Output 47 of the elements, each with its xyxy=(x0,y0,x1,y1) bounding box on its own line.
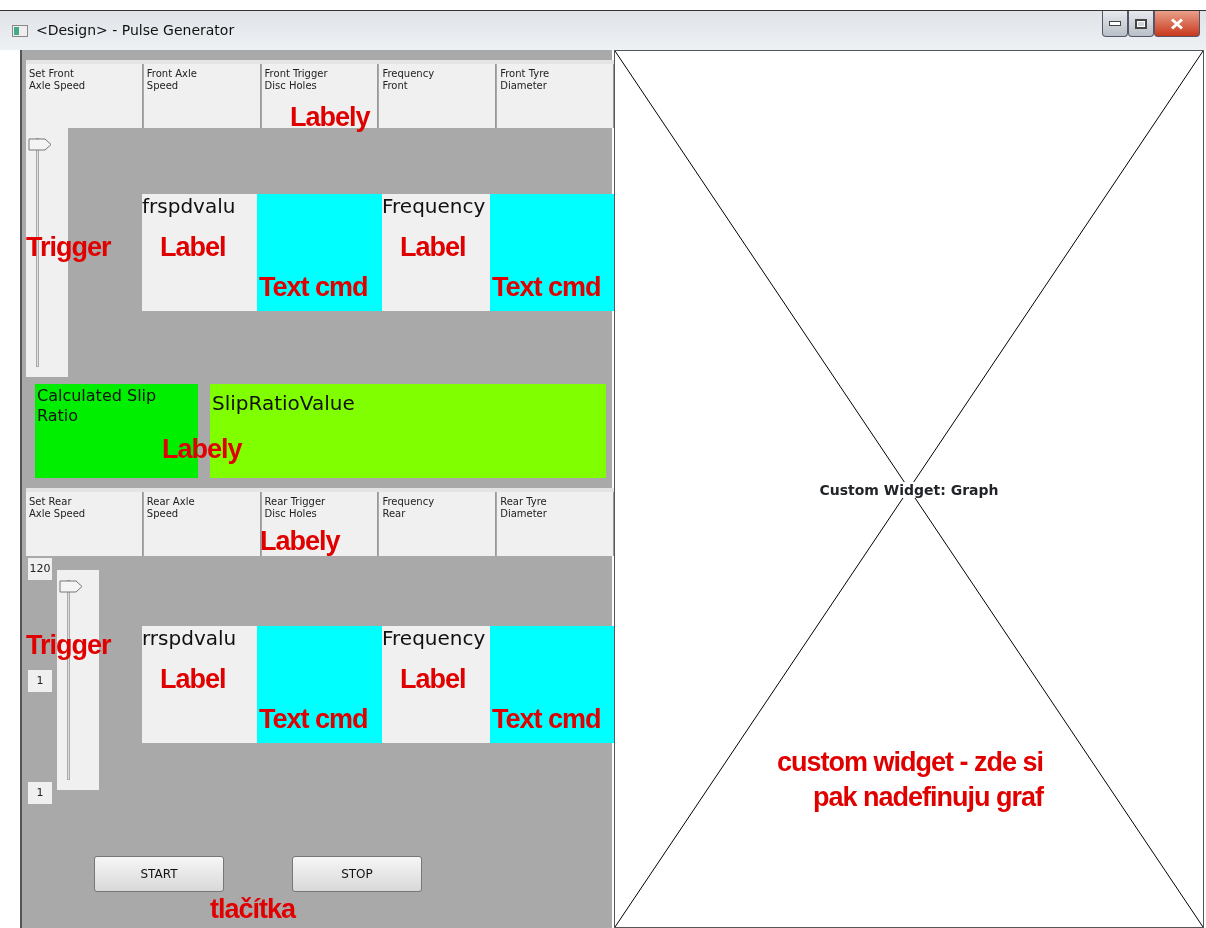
header-label: Frequency Front xyxy=(379,64,497,128)
annotation-text: Text cmd xyxy=(259,706,368,733)
header-label: Rear Tyre Diameter xyxy=(497,492,614,556)
value-text: frspdvalu xyxy=(142,194,236,218)
close-button[interactable] xyxy=(1154,11,1200,37)
annotation-text: Trigger xyxy=(26,632,111,659)
text-field[interactable]: Text cmd xyxy=(490,194,614,311)
annotation-text: Labely xyxy=(260,528,340,555)
annotation-text: Label xyxy=(160,234,226,261)
widget-caption: Custom Widget: Graph xyxy=(819,482,999,498)
maximize-button[interactable] xyxy=(1128,11,1154,37)
push-button[interactable]: START xyxy=(94,856,224,892)
header-label: Front Tyre Diameter xyxy=(497,64,614,128)
app-icon xyxy=(12,24,28,37)
header-label: Set Front Axle Speed xyxy=(26,64,143,128)
annotation-text: Text cmd xyxy=(259,274,368,301)
annotation-text: Label xyxy=(400,234,466,261)
annotation-text: pak nadefinuju graf xyxy=(811,781,1043,814)
value-text: rrspdvalu xyxy=(142,626,237,650)
annotation-text: Label xyxy=(160,666,226,693)
push-button[interactable]: STOP xyxy=(292,856,422,892)
annotation-text: Label xyxy=(400,666,466,693)
scale-label: 1 xyxy=(28,782,52,804)
minimize-icon xyxy=(1109,21,1121,26)
text-field[interactable]: Text cmd xyxy=(490,626,614,743)
header-label: Frequency Rear xyxy=(379,492,497,556)
value-text: Frequency xyxy=(382,194,486,218)
window-title: <Design> - Pulse Generator xyxy=(36,21,236,40)
text-field[interactable]: Text cmd xyxy=(257,194,382,311)
close-icon xyxy=(1170,17,1184,30)
annotation-text: Text cmd xyxy=(492,706,601,733)
annotation-text: custom widget - zde si xyxy=(776,746,1043,779)
minimize-button[interactable] xyxy=(1102,11,1128,37)
value-text: Frequency xyxy=(382,626,486,650)
slider-thumb[interactable] xyxy=(59,580,83,593)
annotation-text: Text cmd xyxy=(492,274,601,301)
header-label: Set Rear Axle Speed xyxy=(26,492,143,556)
annotation-text: Trigger xyxy=(26,234,111,261)
scale-label: 1 xyxy=(28,670,52,692)
header-label: Rear Axle Speed xyxy=(143,492,261,556)
slider-thumb[interactable] xyxy=(28,138,52,151)
maximize-icon xyxy=(1135,18,1147,29)
text-field[interactable]: Text cmd xyxy=(257,626,382,743)
header-label: Front Axle Speed xyxy=(143,64,261,128)
annotation-text: tlačítka xyxy=(210,896,296,923)
annotation-text: Labely xyxy=(290,104,370,131)
scale-label: 120 xyxy=(28,558,52,580)
